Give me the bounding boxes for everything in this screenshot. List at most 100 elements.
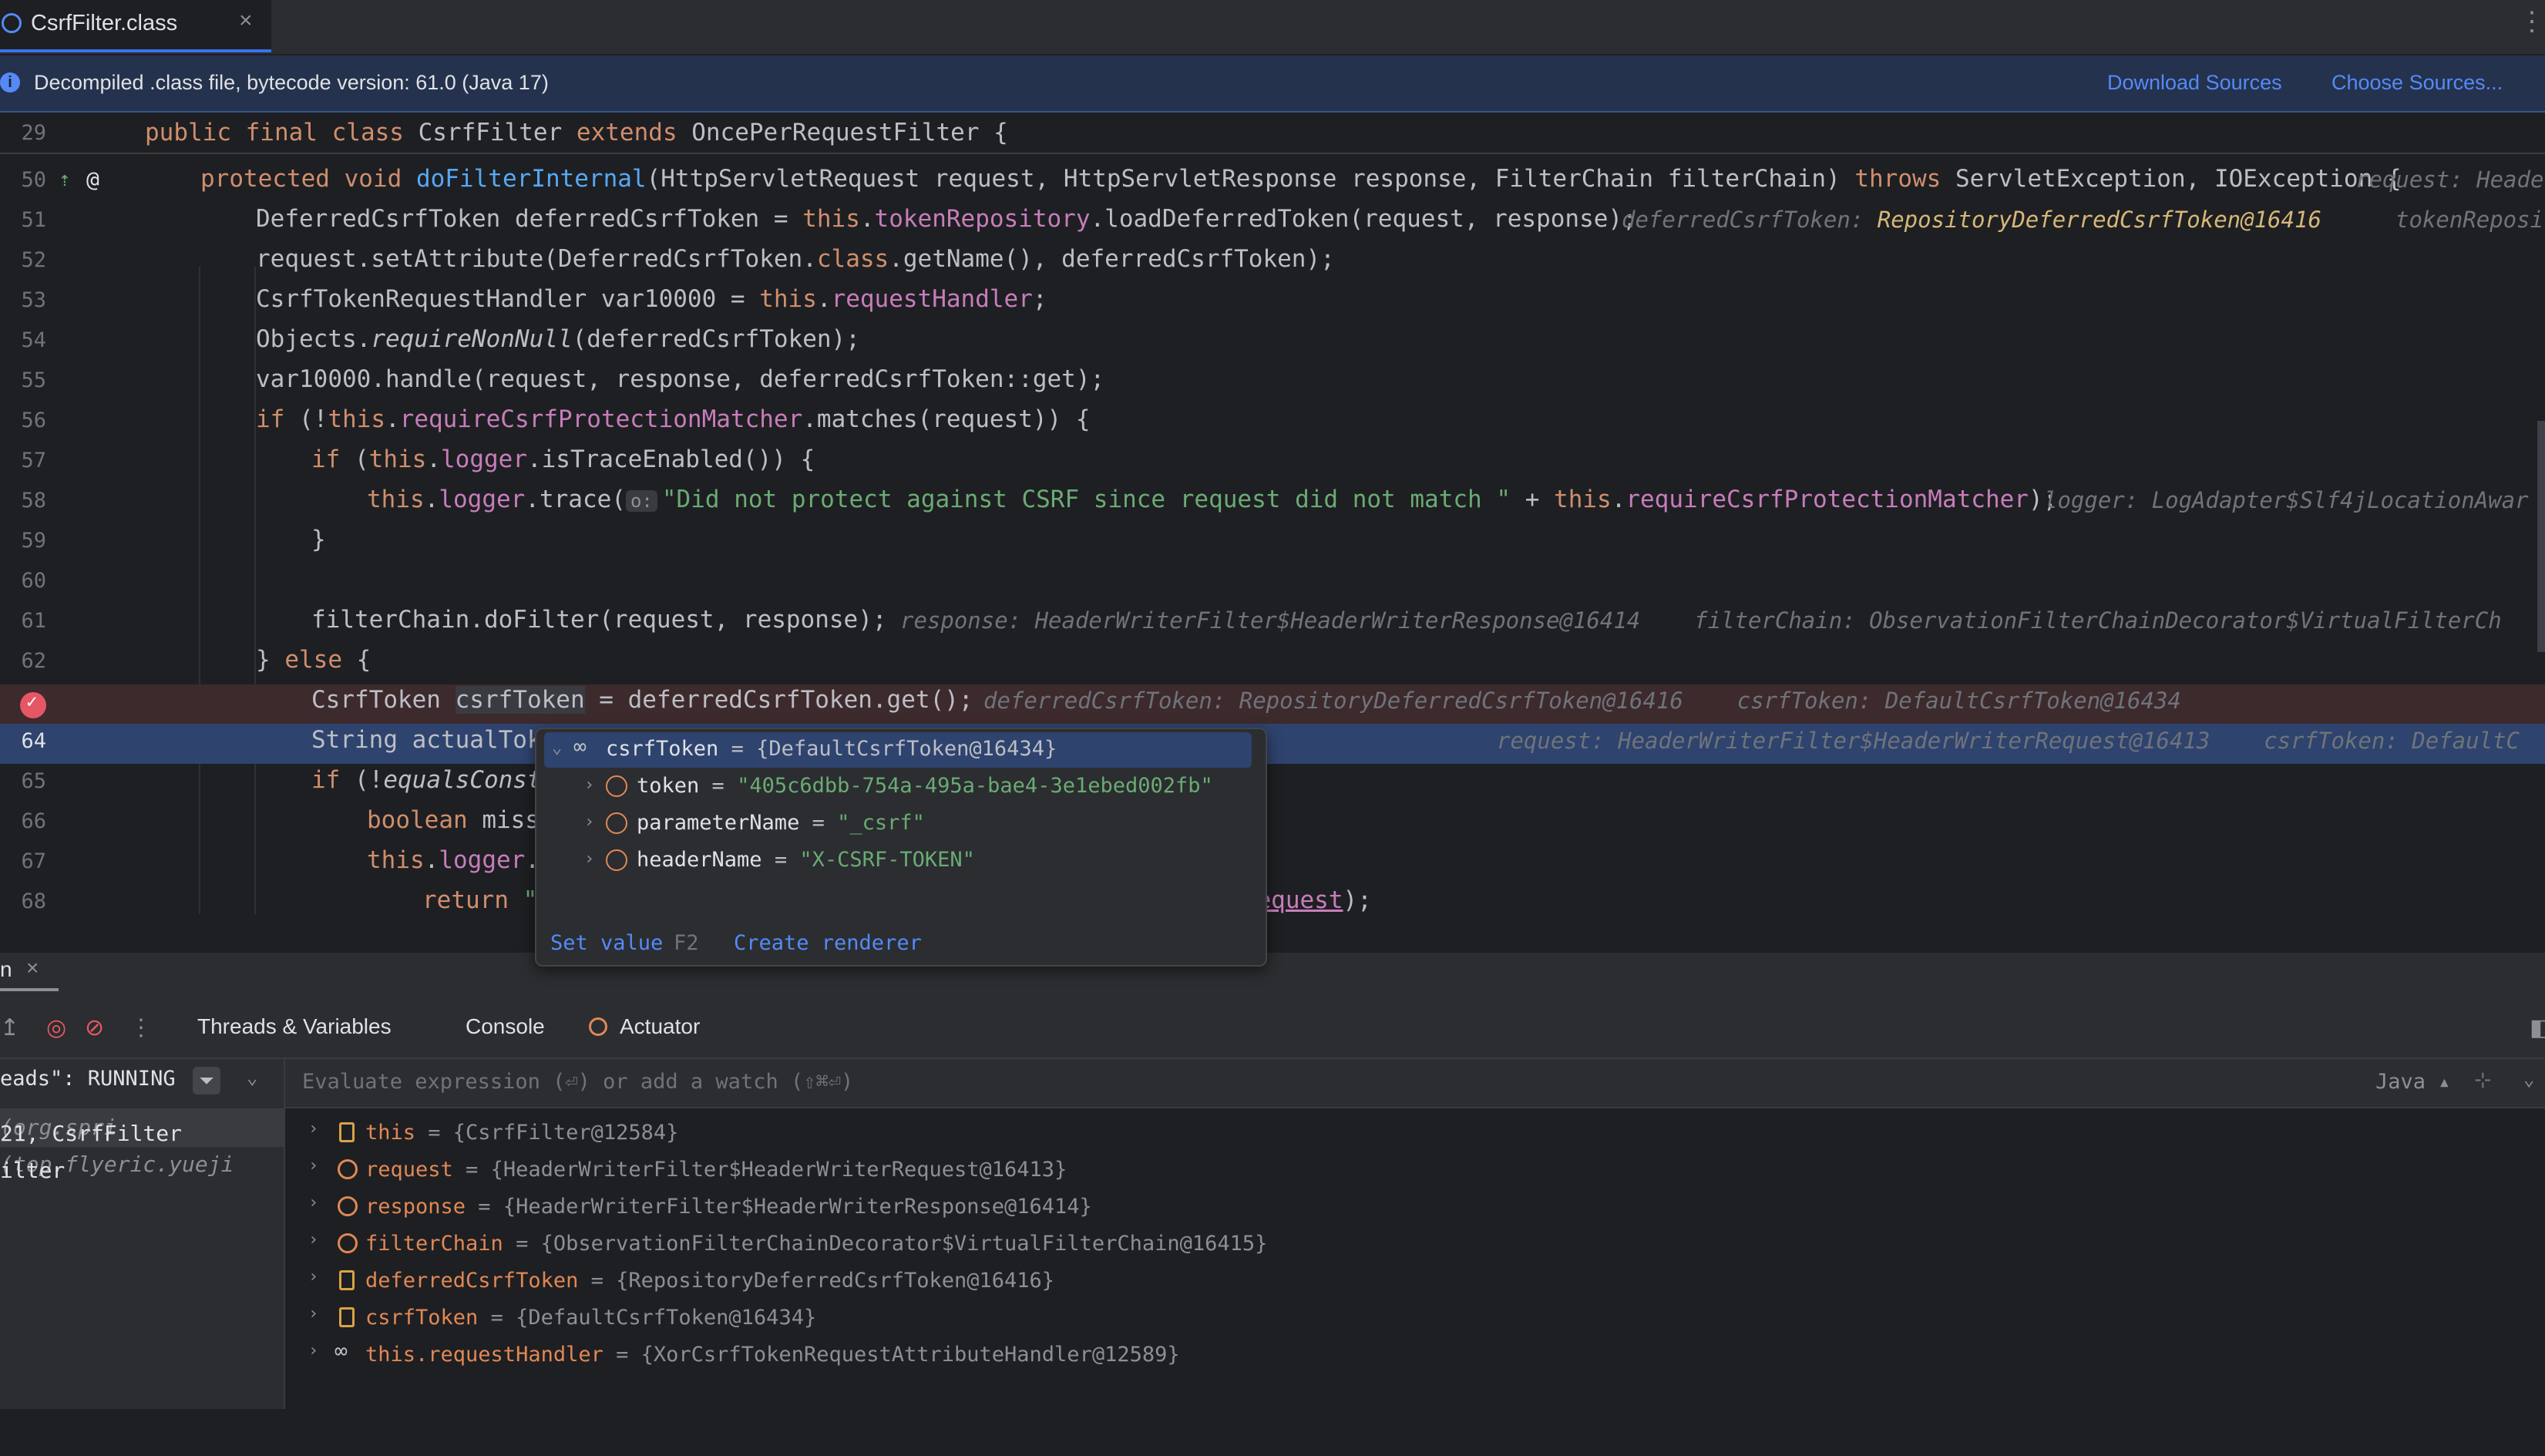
watch-object-icon: ∞ xyxy=(335,1338,348,1364)
chevron-down-icon[interactable]: ⌄ xyxy=(247,1067,257,1088)
popup-field-headername[interactable]: › headerName = "X-CSRF-TOKEN" xyxy=(544,843,1252,879)
create-renderer-link[interactable]: Create renderer xyxy=(734,931,922,955)
variable-row[interactable]: › ∞ this.requestHandler = {XorCsrfTokenR… xyxy=(285,1337,2545,1374)
override-gutter-icon[interactable]: ⇡ xyxy=(59,168,71,191)
inline-hint: logger: LogAdapter$Slf4jLocationAwar xyxy=(2044,487,2529,513)
chevron-right-icon[interactable]: › xyxy=(584,775,594,795)
close-icon[interactable]: × xyxy=(239,8,253,34)
line-number: 67 xyxy=(21,849,46,873)
variable-row[interactable]: › this = {CsrfFilter@12584} xyxy=(285,1115,2545,1152)
popup-field-token[interactable]: › token = "405c6dbb-754a-495a-bae4-3e1eb… xyxy=(544,769,1252,805)
line-number: 53 xyxy=(21,288,46,312)
field-icon xyxy=(339,1270,355,1290)
stack-frame-selected[interactable]: 21, CsrfFilter (org.spri xyxy=(0,1108,284,1147)
line-number: 51 xyxy=(21,208,46,232)
code-line: filterChain.doFilter(request, response); xyxy=(311,606,887,634)
line-number: 58 xyxy=(21,489,46,513)
choose-sources-link[interactable]: Choose Sources... xyxy=(2332,71,2503,95)
chevron-down-icon[interactable]: ⌄ xyxy=(2523,1068,2534,1090)
info-icon: i xyxy=(0,72,20,92)
line-number: 59 xyxy=(21,529,46,553)
chevron-right-icon[interactable]: › xyxy=(308,1267,318,1286)
set-value-link[interactable]: Set value xyxy=(550,931,663,955)
variable-row[interactable]: › response = {HeaderWriterFilter$HeaderW… xyxy=(285,1189,2545,1226)
line-number: 55 xyxy=(21,368,46,392)
line-number: 54 xyxy=(21,328,46,352)
code-line: if (!this.requireCsrfProtectionMatcher.m… xyxy=(256,405,1091,433)
layout-icon[interactable]: ◧ xyxy=(2530,1014,2545,1041)
banner-text: Decompiled .class file, bytecode version… xyxy=(34,71,549,94)
step-out-icon[interactable]: ↥ xyxy=(0,1014,19,1041)
mute-breakpoints-icon[interactable]: ⊘ xyxy=(85,1014,104,1041)
code-line: if (this.logger.isTraceEnabled()) { xyxy=(311,446,815,473)
tab-csrffilter-class[interactable]: CsrfFilter.class × xyxy=(0,0,271,52)
debug-toolbar: ↥ ◎ ⊘ ⋮ Threads & Variables Console Actu… xyxy=(0,991,2545,1059)
line-number: 60 xyxy=(21,569,46,593)
line-number: 66 xyxy=(21,809,46,833)
more-icon[interactable]: ⋮ xyxy=(129,1014,153,1041)
download-sources-link[interactable]: Download Sources xyxy=(2107,71,2282,95)
tab-threads-variables[interactable]: Threads & Variables xyxy=(197,1014,392,1039)
code-line: this.logger.trace(o: "Did not protect aga… xyxy=(367,486,2058,513)
decompiled-banner: i Decompiled .class file, bytecode versi… xyxy=(0,55,2545,113)
chevron-right-icon[interactable]: › xyxy=(584,812,594,832)
code-editor[interactable]: 29 public final class CsrfFilter extends… xyxy=(0,113,2545,940)
variable-row[interactable]: › csrfToken = {DefaultCsrfToken@16434} xyxy=(285,1300,2545,1337)
right-gutter-marker xyxy=(2537,421,2545,652)
sticky-class-header[interactable]: 29 public final class CsrfFilter extends… xyxy=(0,113,2545,154)
code-line: public final class CsrfFilter extends On… xyxy=(145,119,1008,146)
parameter-icon xyxy=(338,1196,358,1216)
language-selector[interactable]: Java ▴ xyxy=(2375,1070,2451,1094)
line-number: 68 xyxy=(21,889,46,913)
chevron-down-icon[interactable]: ⌄ xyxy=(552,738,562,758)
value-inspection-popup[interactable]: ⌄ ∞ csrfToken = {DefaultCsrfToken@16434}… xyxy=(535,728,1267,967)
evaluate-expression-bar[interactable]: Evaluate expression (⏎) or add a watch (… xyxy=(285,1059,2545,1108)
chevron-right-icon[interactable]: › xyxy=(308,1230,318,1249)
popup-root-node[interactable]: ⌄ ∞ csrfToken = {DefaultCsrfToken@16434} xyxy=(544,732,1252,768)
tab-actuator[interactable]: Actuator xyxy=(620,1014,700,1039)
chevron-right-icon[interactable]: › xyxy=(308,1156,318,1175)
chevron-right-icon[interactable]: › xyxy=(308,1341,318,1360)
field-icon xyxy=(606,812,627,834)
thread-status[interactable]: eads": RUNNING xyxy=(0,1067,176,1091)
filter-icon[interactable]: ⏷ xyxy=(193,1067,220,1095)
variable-row[interactable]: › request = {HeaderWriterFilter$HeaderWr… xyxy=(285,1152,2545,1189)
tab-console[interactable]: Console xyxy=(466,1014,545,1039)
add-watch-icon[interactable]: ⊹ xyxy=(2474,1068,2492,1092)
annotation-gutter-icon[interactable]: @ xyxy=(86,166,99,192)
close-icon[interactable]: × xyxy=(26,956,39,980)
line-number: 52 xyxy=(21,248,46,272)
view-breakpoints-icon[interactable]: ◎ xyxy=(46,1014,66,1041)
line-number: 50 xyxy=(21,168,46,192)
indent-guide xyxy=(199,267,200,914)
parameter-icon xyxy=(338,1159,358,1179)
inline-hint: request: Heade xyxy=(2355,166,2544,193)
chevron-right-icon[interactable]: › xyxy=(584,849,594,869)
code-line: Objects.requireNonNull(deferredCsrfToken… xyxy=(256,325,860,353)
chevron-right-icon[interactable]: › xyxy=(308,1119,318,1138)
field-icon xyxy=(606,775,627,797)
inline-hint: tokenReposi xyxy=(2395,207,2544,233)
class-file-icon xyxy=(2,13,22,33)
code-line: var10000.handle(request, response, defer… xyxy=(256,365,1105,393)
field-icon xyxy=(339,1122,355,1142)
chevron-right-icon[interactable]: › xyxy=(308,1193,318,1212)
debug-session-label[interactable]: n xyxy=(0,957,12,982)
parameter-icon xyxy=(338,1233,358,1253)
breakpoint-icon[interactable] xyxy=(20,691,46,718)
line-number: 57 xyxy=(21,449,46,472)
evaluate-input[interactable]: Evaluate expression (⏎) or add a watch (… xyxy=(302,1070,853,1094)
popup-field-parametername[interactable]: › parameterName = "_csrf" xyxy=(544,806,1252,842)
inline-hint: request: HeaderWriterFilter$HeaderWriter… xyxy=(1497,728,2520,754)
watch-object-icon: ∞ xyxy=(573,734,587,759)
inline-hint: deferredCsrfToken: RepositoryDeferredCsr… xyxy=(1622,207,2321,233)
more-icon[interactable]: ⋮ xyxy=(2519,6,2545,37)
code-line: DeferredCsrfToken deferredCsrfToken = th… xyxy=(256,205,1637,233)
variable-row[interactable]: › filterChain = {ObservationFilterChainD… xyxy=(285,1226,2545,1263)
variable-row[interactable]: › deferredCsrfToken = {RepositoryDeferre… xyxy=(285,1263,2545,1300)
chevron-right-icon[interactable]: › xyxy=(308,1304,318,1323)
editor-tab-bar: CsrfFilter.class × ⋮ xyxy=(0,0,2545,55)
stack-frame[interactable]: ilter (top.flyeric.yueji xyxy=(0,1145,284,1184)
line-number: 65 xyxy=(21,769,46,793)
tab-label: CsrfFilter.class xyxy=(31,11,178,35)
